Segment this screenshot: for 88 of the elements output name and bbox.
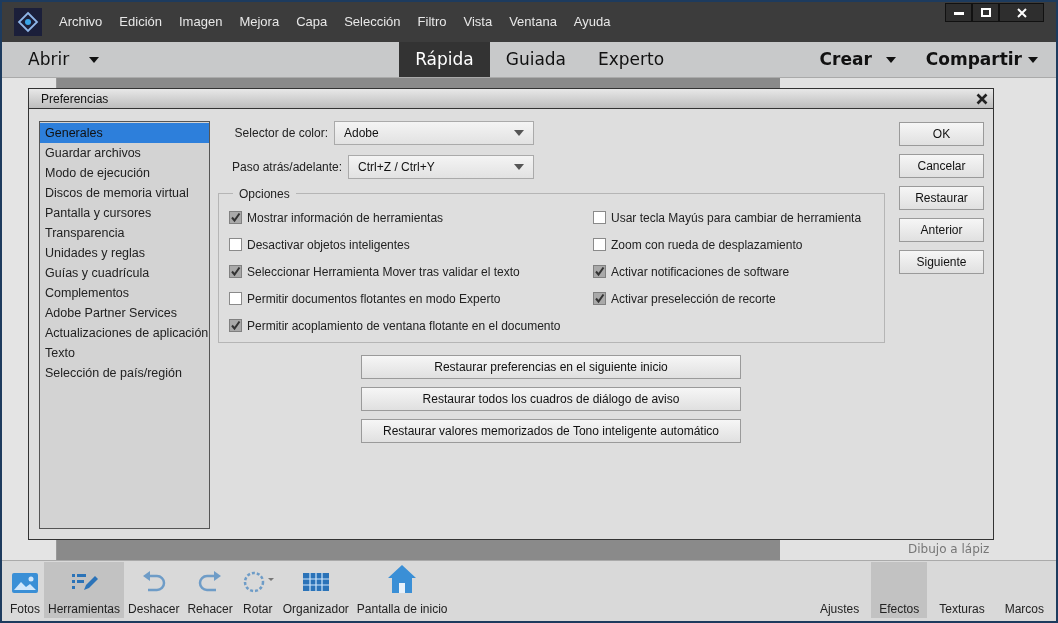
checkbox-label: Permitir acoplamiento de ventana flotante en el documento [247, 317, 561, 335]
menu-item[interactable]: Edición [119, 12, 162, 32]
menu-item[interactable]: Ayuda [573, 12, 611, 32]
home-icon [387, 564, 418, 594]
dialog-button[interactable]: Anterior [899, 218, 984, 242]
category-item[interactable]: Discos de memoria virtual [40, 183, 209, 203]
checkbox-label: Zoom con rueda de desplazamiento [611, 236, 803, 254]
dropdown[interactable]: Ctrl+Z / Ctrl+Y [348, 155, 534, 179]
checkbox[interactable] [229, 319, 242, 332]
reset-button[interactable]: Restaurar todos los cuadros de diálogo de aviso [361, 387, 741, 411]
field-label: Selector de color: [234, 125, 328, 142]
checkbox[interactable] [229, 211, 242, 224]
panel-tab[interactable]: Marcos [996, 562, 1052, 618]
maximize-icon [980, 8, 991, 17]
category-item[interactable]: Generales [40, 123, 209, 143]
category-item[interactable]: Pantalla y cursores [40, 203, 209, 223]
open-button[interactable]: Abrir [2, 42, 100, 77]
menu-item[interactable]: Selección [344, 12, 401, 32]
checkbox-label: Desactivar objetos inteligentes [247, 236, 410, 254]
dropdown[interactable]: Adobe [334, 121, 534, 145]
category-item[interactable]: Unidades y reglas [40, 243, 209, 263]
checkbox-label: Mostrar información de herramientas [247, 209, 444, 227]
checkbox[interactable] [229, 238, 242, 251]
menu-item[interactable]: Vista [463, 12, 493, 32]
category-item[interactable]: Guardar archivos [40, 143, 209, 163]
photo-icon [11, 570, 39, 594]
taskbar-button[interactable]: Herramientas [44, 562, 125, 618]
category-item[interactable]: Complementos [40, 283, 209, 303]
menu-item[interactable]: Filtro [417, 12, 447, 32]
category-item[interactable]: Guías y cuadrícula [40, 263, 209, 283]
dialog-button[interactable]: Restaurar [899, 186, 984, 210]
panel-tab[interactable]: Efectos [871, 562, 928, 618]
mode-tab[interactable]: Rápida [399, 42, 490, 77]
menu-item[interactable]: Ventana [509, 12, 557, 32]
menu-item[interactable]: Archivo [59, 12, 103, 32]
caret-icon [514, 164, 524, 170]
checkbox-label: Permitir documentos flotantes en modo Experto [247, 290, 501, 308]
close-button[interactable] [999, 3, 1044, 22]
taskbar-button[interactable]: Rehacer [183, 562, 237, 618]
dialog-button[interactable]: Siguiente [899, 250, 984, 274]
taskbar-button[interactable]: Deshacer [124, 562, 184, 618]
checkbox[interactable] [229, 265, 242, 278]
checkbox-label: Activar notificaciones de software [611, 263, 790, 281]
checkbox[interactable] [229, 292, 242, 305]
menu-item[interactable]: Imagen [179, 12, 223, 32]
category-item[interactable]: Adobe Partner Services [40, 303, 209, 323]
taskbar-button[interactable]: Fotos [6, 562, 44, 618]
panel-tab[interactable]: Texturas [931, 562, 993, 618]
create-button[interactable]: Crear [819, 42, 896, 77]
close-button[interactable] [975, 91, 989, 106]
category-item[interactable]: Selección de país/región [40, 363, 209, 383]
category-item[interactable]: Texto [40, 343, 209, 363]
checkbox[interactable] [593, 211, 606, 224]
caret-icon [885, 56, 896, 63]
panel-tab[interactable]: Ajustes [811, 562, 868, 618]
dialog-button[interactable]: OK [899, 122, 984, 146]
taskbar-button[interactable]: Rotar [236, 562, 279, 618]
category-item[interactable]: Modo de ejecución [40, 163, 209, 183]
reset-button[interactable]: Restaurar valores memorizados de Tono inteligente automático [361, 419, 741, 443]
caret-icon [89, 56, 100, 63]
minimize-icon [953, 10, 964, 15]
grid-icon [301, 570, 330, 594]
caret-icon [514, 130, 524, 136]
dialog-title: Preferencias [41, 90, 109, 108]
caret-icon [1028, 56, 1038, 63]
maximize-button[interactable] [972, 3, 999, 22]
field-label: Paso atrás/adelante: [232, 159, 343, 176]
checkbox-label: Usar tecla Mayús para cambiar de herramienta [611, 209, 862, 227]
checkbox-label: Activar preselección de recorte [611, 290, 776, 308]
close-icon [1016, 7, 1027, 18]
dialog-button[interactable]: Cancelar [899, 154, 984, 178]
share-button[interactable]: Compartir [925, 42, 1038, 77]
category-item[interactable]: Transparencia [40, 223, 209, 243]
panel-item-label: Dibujo a lápiz [908, 541, 991, 558]
menu-item[interactable]: Mejora [239, 12, 280, 32]
reset-button[interactable]: Restaurar preferencias en el siguiente inicio [361, 355, 741, 379]
checkbox-label: Seleccionar Herramienta Mover tras validar el texto [247, 263, 520, 281]
mode-tab[interactable]: Experto [582, 42, 681, 77]
taskbar-button[interactable]: Pantalla de inicio [352, 562, 452, 618]
minimize-button[interactable] [945, 3, 972, 22]
checkbox[interactable] [593, 238, 606, 251]
checkbox[interactable] [593, 292, 606, 305]
taskbar-button[interactable]: Organizador [278, 562, 353, 618]
menu-item[interactable]: Capa [296, 12, 328, 32]
mode-tab[interactable]: Guiada [489, 42, 582, 77]
app-logo-icon [14, 8, 42, 36]
checkbox[interactable] [593, 265, 606, 278]
category-item[interactable]: Actualizaciones de aplicación [40, 323, 209, 343]
